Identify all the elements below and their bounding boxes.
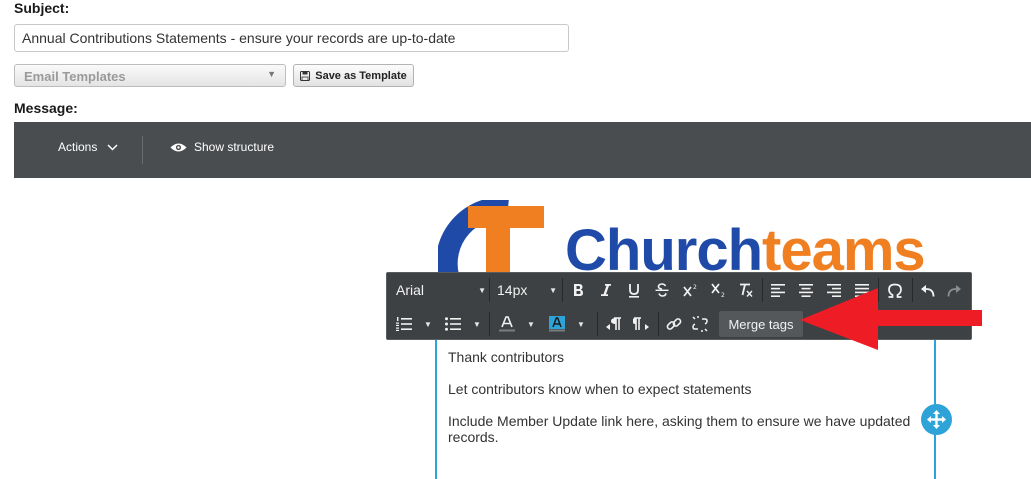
subject-label: Subject:: [14, 0, 70, 16]
save-as-template-button[interactable]: Save as Template: [293, 64, 414, 87]
chevron-down-icon: ▼: [267, 69, 276, 79]
caret-down-icon: ▼: [473, 319, 481, 329]
rtl-direction-button[interactable]: [629, 311, 653, 337]
rtl-icon: [633, 317, 649, 330]
svg-text:2: 2: [693, 284, 697, 291]
move-block-handle[interactable]: [921, 404, 952, 435]
caret-down-icon: ▼: [577, 319, 585, 329]
subscript-button[interactable]: 2: [707, 277, 729, 303]
subject-input[interactable]: [14, 24, 569, 52]
align-left-button[interactable]: [767, 277, 789, 303]
bold-button[interactable]: [567, 277, 589, 303]
show-structure-button[interactable]: Show structure: [170, 140, 274, 154]
unlink-icon: [692, 316, 708, 332]
floppy-disk-icon: [300, 70, 311, 81]
paragraph-expect-statements[interactable]: Let contributors know when to expect sta…: [448, 381, 752, 397]
show-structure-label: Show structure: [194, 140, 275, 154]
align-left-icon: [771, 283, 785, 297]
text-content-block[interactable]: Thank contributors Let contributors know…: [435, 333, 936, 479]
caret-down-icon: ▼: [549, 285, 557, 295]
logo-word-teams: teams: [762, 218, 926, 277]
logo-wordmark: Churchteams: [565, 222, 926, 277]
text-color-button[interactable]: ▼: [499, 311, 541, 337]
churchteams-logo: Churchteams: [438, 200, 938, 276]
caret-down-icon: ▼: [424, 319, 432, 329]
underline-icon: [629, 283, 639, 298]
caret-down-icon: ▼: [478, 285, 486, 295]
message-label: Message:: [14, 100, 78, 116]
ordered-list-icon: [396, 317, 412, 331]
toolbar-separator: [762, 278, 763, 302]
editor-top-bar: Actions Show structure: [14, 122, 1031, 178]
insert-link-button[interactable]: [663, 311, 685, 337]
text-color-icon: [499, 316, 515, 332]
underline-button[interactable]: [623, 277, 645, 303]
logo-mark-icon: [438, 200, 544, 276]
font-family-dropdown[interactable]: Arial ▼: [396, 277, 486, 303]
merge-tags-button[interactable]: Merge tags: [719, 311, 803, 337]
email-templates-select[interactable]: Email Templates ▼: [14, 64, 286, 87]
bullet-list-icon: [445, 317, 461, 331]
ltr-direction-button[interactable]: [602, 311, 626, 337]
remove-link-button[interactable]: [689, 311, 711, 337]
italic-icon: [601, 284, 611, 296]
font-size-value: 14px: [497, 282, 528, 298]
chevron-down-icon: [107, 143, 118, 151]
paragraph-member-update-link[interactable]: Include Member Update link here, asking …: [448, 413, 918, 445]
superscript-button[interactable]: 2: [679, 277, 701, 303]
superscript-icon: 2: [682, 284, 697, 297]
bullet-list-button[interactable]: ▼: [445, 311, 485, 337]
actions-menu-button[interactable]: Actions: [58, 140, 118, 154]
ltr-icon: [606, 317, 621, 330]
link-icon: [666, 318, 682, 330]
clear-format-icon: [740, 283, 753, 297]
toolbar-separator: [489, 312, 490, 336]
eye-icon: [170, 143, 187, 151]
italic-button[interactable]: [595, 277, 617, 303]
clear-formatting-button[interactable]: [735, 277, 757, 303]
actions-label: Actions: [58, 140, 98, 154]
strikethrough-icon: [655, 283, 669, 297]
background-color-icon: [549, 316, 565, 332]
bold-icon: [574, 284, 583, 296]
save-as-template-label: Save as Template: [315, 69, 407, 82]
paragraph-thank-contributors[interactable]: Thank contributors: [448, 349, 564, 365]
logo-word-church: Church: [565, 218, 763, 277]
move-arrows-icon: [927, 410, 946, 429]
toolbar-divider: [142, 136, 143, 164]
svg-text:2: 2: [721, 292, 725, 297]
font-size-dropdown[interactable]: 14px ▼: [497, 277, 557, 303]
strikethrough-button[interactable]: [651, 277, 673, 303]
toolbar-separator: [597, 312, 598, 336]
font-family-value: Arial: [396, 282, 425, 298]
toolbar-separator: [489, 278, 490, 302]
email-templates-select-value: Email Templates: [24, 69, 126, 84]
toolbar-separator: [562, 278, 563, 302]
toolbar-separator: [658, 312, 659, 336]
background-color-button[interactable]: ▼: [549, 311, 591, 337]
ordered-list-button[interactable]: ▼: [396, 311, 436, 337]
red-annotation-arrow-icon: [800, 288, 982, 350]
caret-down-icon: ▼: [527, 319, 535, 329]
subscript-icon: 2: [710, 283, 725, 297]
